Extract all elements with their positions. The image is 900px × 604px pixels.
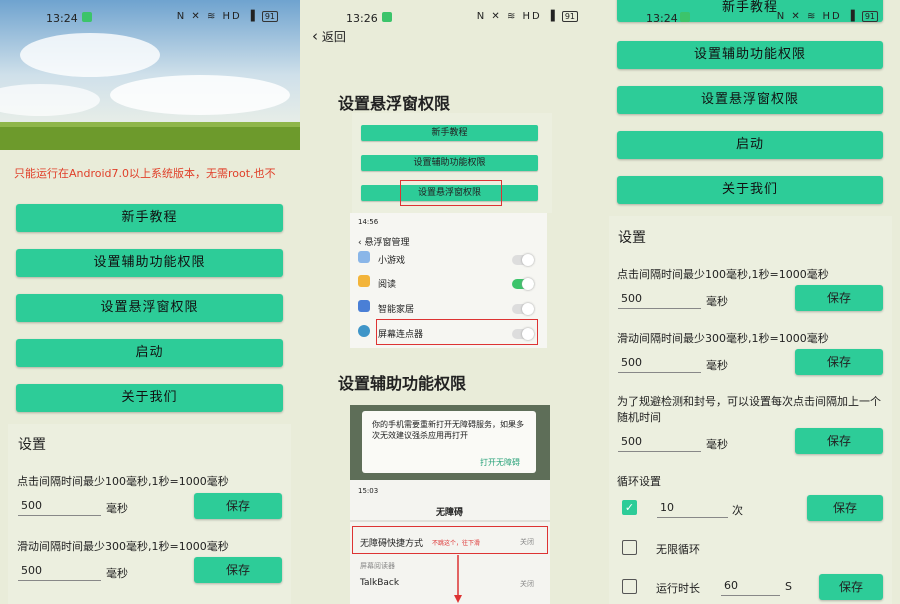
settings-title: 设置	[18, 437, 46, 453]
chevron-left-icon: ‹	[312, 27, 318, 45]
down-arrow-icon	[454, 555, 462, 603]
run-duration-label: 运行时长	[656, 582, 700, 595]
ms-unit: 毫秒	[706, 295, 728, 308]
talkback-state: 关闭	[520, 580, 534, 588]
ms-unit: 毫秒	[706, 438, 728, 451]
status-icons: N ✕ ≋ HD ▐ 91	[777, 11, 878, 22]
dialog-text: 你的手机需要重新打开无障碍服务，如果多次无效建议强杀应用再打开	[372, 420, 524, 440]
status-time: 13:26	[346, 12, 378, 25]
game-app-icon	[358, 251, 370, 263]
smart-home-app-icon	[358, 300, 370, 312]
random-time-label: 为了规避检测和封号，可以设置每次点击间隔加上一个随机时间	[617, 395, 881, 424]
infinite-loop-label: 无限循环	[656, 543, 700, 556]
auto-clicker-app-icon	[358, 325, 370, 337]
loop-count-input[interactable]: 10	[657, 499, 728, 518]
notice-text: 只能运行在Android7.0以上系统版本，无需root,也不	[14, 167, 276, 180]
checkmark-icon: ✓	[624, 501, 635, 514]
battery-icon: 91	[861, 11, 878, 22]
save-loop-count-button[interactable]: 保存	[807, 495, 883, 521]
seconds-unit: S	[785, 580, 792, 593]
shot-title: 无障碍	[436, 508, 464, 518]
swipe-interval-label: 滑动间隔时间最少300毫秒,1秒=1000毫秒	[17, 540, 229, 553]
settings-card: 设置 点击间隔时间最少100毫秒,1秒=1000毫秒 500 毫秒 保存 滑动间…	[609, 216, 892, 604]
times-unit: 次	[732, 504, 743, 517]
dialog-open-button: 打开无障碍	[480, 458, 520, 467]
mini-tutorial-button: 新手教程	[361, 125, 538, 141]
tutorial-button[interactable]: 新手教程	[16, 204, 283, 232]
settings-title: 设置	[618, 230, 646, 246]
mini-accessibility-button: 设置辅助功能权限	[361, 155, 538, 171]
app-name: 智能家居	[378, 305, 415, 315]
status-icons: N ✕ ≋ HD ▐ 91	[177, 11, 278, 22]
status-icons: N ✕ ≋ HD ▐ 91	[477, 11, 578, 22]
run-duration-checkbox[interactable]	[622, 579, 637, 594]
save-run-duration-button[interactable]: 保存	[819, 574, 883, 600]
infinite-loop-checkbox[interactable]	[622, 540, 637, 555]
start-button[interactable]: 启动	[617, 131, 883, 159]
panel-guide-screen: 13:26 N ✕ ≋ HD ▐ 91 ‹ 返回 设置悬浮窗权限 新手教程 设置…	[300, 0, 600, 604]
chevron-left-icon: ‹	[358, 238, 362, 248]
swipe-interval-input[interactable]: 500	[618, 354, 701, 373]
status-time: 13:24	[46, 12, 78, 25]
save-swipe-interval-button[interactable]: 保存	[194, 557, 282, 583]
toggle-switch	[512, 278, 534, 290]
save-click-interval-button[interactable]: 保存	[795, 285, 883, 311]
toggle-switch	[512, 303, 534, 315]
float-section-title: 设置悬浮窗权限	[338, 94, 451, 113]
overlay-permission-button[interactable]: 设置悬浮窗权限	[617, 86, 883, 114]
accessibility-section-title: 设置辅助功能权限	[338, 374, 467, 393]
accessibility-permission-button[interactable]: 设置辅助功能权限	[16, 249, 283, 277]
status-time: 13:24	[646, 12, 678, 25]
ms-unit: 毫秒	[706, 359, 728, 372]
back-button[interactable]: ‹ 返回	[312, 27, 346, 45]
click-interval-label: 点击间隔时间最少100毫秒,1秒=1000毫秒	[617, 268, 829, 281]
loop-settings-title: 循环设置	[617, 475, 661, 488]
accessibility-screenshot: 你的手机需要重新打开无障碍服务，如果多次无效建议强杀应用再打开 打开无障碍 15…	[350, 405, 550, 604]
run-duration-input[interactable]: 60	[721, 577, 780, 596]
app-name: 小游戏	[378, 256, 406, 266]
reader-header: 屏幕阅读器	[360, 562, 395, 570]
highlight-box	[376, 319, 538, 345]
ms-unit: 毫秒	[106, 502, 128, 515]
save-random-time-button[interactable]: 保存	[795, 428, 883, 454]
panel-settings-screen: 新手教程 13:24 N ✕ ≋ HD ▐ 91 设置辅助功能权限 设置悬浮窗权…	[600, 0, 900, 604]
click-interval-input[interactable]: 500	[618, 290, 701, 309]
ms-unit: 毫秒	[106, 567, 128, 580]
click-interval-input[interactable]: 500	[18, 497, 101, 516]
battery-icon: 91	[561, 11, 578, 22]
wechat-icon	[82, 12, 92, 22]
wechat-icon	[680, 12, 690, 22]
highlight-box	[352, 526, 548, 554]
highlight-box	[400, 180, 502, 206]
random-time-input[interactable]: 500	[618, 433, 701, 452]
wechat-icon	[382, 12, 392, 22]
shot-time: 15:03	[358, 487, 379, 495]
battery-icon: 91	[261, 11, 278, 22]
reader-app-icon	[358, 275, 370, 287]
toggle-switch	[512, 254, 534, 266]
settings-card: 设置 点击间隔时间最少100毫秒,1秒=1000毫秒 500 毫秒 保存 滑动间…	[8, 424, 291, 604]
app-name: 阅读	[378, 280, 397, 290]
status-bar: 13:24 N ✕ ≋ HD ▐ 91	[0, 0, 300, 36]
save-click-interval-button[interactable]: 保存	[194, 493, 282, 519]
start-button[interactable]: 启动	[16, 339, 283, 367]
swipe-interval-input[interactable]: 500	[18, 562, 101, 581]
about-button[interactable]: 关于我们	[617, 176, 883, 204]
status-bar: 13:24 N ✕ ≋ HD ▐ 91	[600, 0, 900, 36]
about-button[interactable]: 关于我们	[16, 384, 283, 412]
panel-main-screen: 13:24 N ✕ ≋ HD ▐ 91 只能运行在Android7.0以上系统版…	[0, 0, 300, 604]
talkback-label: TalkBack	[360, 578, 400, 588]
swipe-interval-label: 滑动间隔时间最少300毫秒,1秒=1000毫秒	[617, 332, 829, 345]
dialog: 你的手机需要重新打开无障碍服务，如果多次无效建议强杀应用再打开 打开无障碍	[362, 411, 536, 473]
save-swipe-interval-button[interactable]: 保存	[795, 349, 883, 375]
shot-title: ‹ 悬浮窗管理	[358, 238, 410, 248]
click-interval-label: 点击间隔时间最少100毫秒,1秒=1000毫秒	[17, 475, 229, 488]
float-manager-screenshot: 14:56 ‹ 悬浮窗管理 小游戏 阅读 智能家居 屏幕连点器	[350, 213, 547, 348]
shot-time: 14:56	[358, 218, 379, 226]
loop-count-checkbox[interactable]: ✓	[622, 500, 637, 515]
float-screenshot-buttons: 新手教程 设置辅助功能权限 设置悬浮窗权限	[352, 113, 552, 213]
accessibility-permission-button[interactable]: 设置辅助功能权限	[617, 41, 883, 69]
overlay-permission-button[interactable]: 设置悬浮窗权限	[16, 294, 283, 322]
divider	[350, 520, 550, 522]
